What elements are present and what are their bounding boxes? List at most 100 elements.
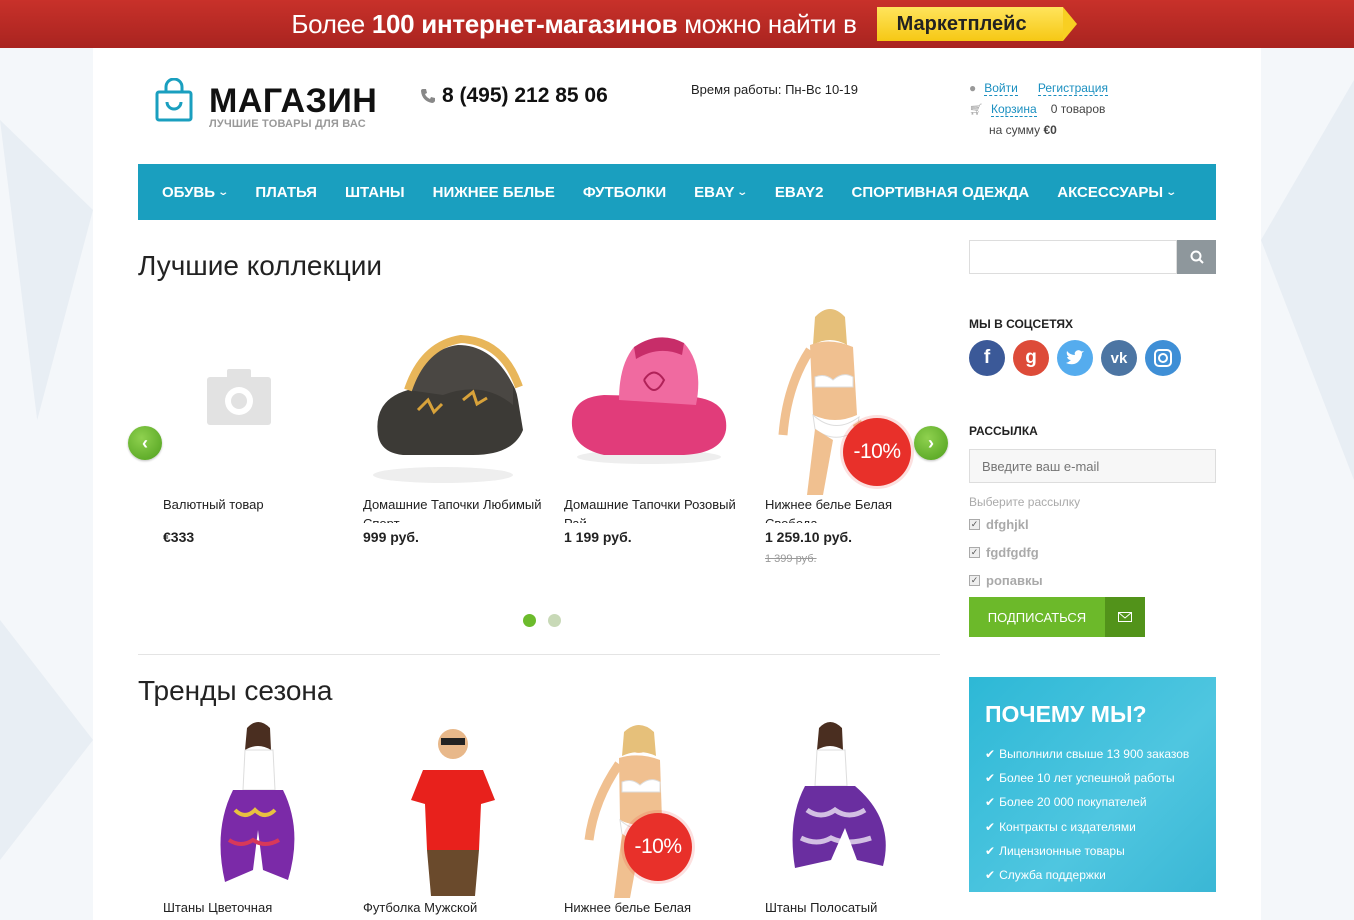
product-price: 1 259.10 руб.: [765, 529, 853, 545]
newsletter-option[interactable]: ✓ fgdfgdfg: [969, 545, 1039, 560]
check-icon: ✔: [985, 795, 996, 810]
collections-title: Лучшие коллекции: [138, 250, 383, 281]
section-divider: [138, 654, 940, 655]
envelope-icon: [1105, 597, 1145, 637]
search-form: [969, 240, 1216, 274]
camera-icon: [207, 369, 271, 425]
product-card[interactable]: -10% Нижнее белье Белая Свобода 1 259.10…: [765, 305, 945, 565]
search-input[interactable]: [969, 240, 1177, 274]
product-name[interactable]: Штаны Цветочная: [163, 898, 343, 920]
product-name[interactable]: Нижнее белье Белая Свобода: [765, 495, 945, 523]
product-price: 999 руб.: [363, 529, 419, 545]
product-name[interactable]: Футболка Мужской: [363, 898, 543, 920]
background-shape: [0, 620, 93, 860]
carousel-prev-button[interactable]: ‹: [128, 426, 162, 460]
nav-item-underwear[interactable]: НИЖНЕЕ БЕЛЬЕ: [433, 184, 555, 201]
product-image[interactable]: -10%: [765, 305, 945, 495]
check-icon: ✔: [985, 843, 996, 858]
register-link[interactable]: Регистрация: [1037, 81, 1108, 96]
product-price: 1 199 руб.: [564, 529, 632, 545]
product-name[interactable]: Домашние Тапочки Любимый Спорт: [363, 495, 543, 523]
check-icon: ✔: [985, 868, 996, 883]
account-block: ● Войти Регистрация 🛒︎ Корзина 0 товаров…: [969, 81, 1108, 137]
chevron-down-icon: ⌄: [217, 186, 230, 198]
why-us-item: ✔ Выполнили свыше 13 900 заказов: [985, 747, 1190, 762]
model-pants-image: [792, 722, 886, 868]
nav-item-ebay[interactable]: EBAY ⌄: [694, 184, 749, 201]
nav-item-tshirts[interactable]: ФУТБОЛКИ: [583, 184, 666, 201]
check-icon: ✔: [985, 747, 996, 762]
checkbox-checked[interactable]: ✓: [969, 519, 980, 530]
twitter-icon[interactable]: [1057, 340, 1093, 376]
cart-count: 0 товаров: [1050, 102, 1106, 116]
product-card[interactable]: Штаны Цветочная: [163, 720, 343, 920]
model-pants-image: [220, 722, 295, 882]
subscribe-label: ПОДПИСАТЬСЯ: [969, 597, 1105, 637]
search-button[interactable]: [1177, 240, 1216, 274]
product-image[interactable]: [363, 720, 543, 898]
product-image[interactable]: -10%: [564, 720, 744, 898]
nav-item-sportswear[interactable]: СПОРТИВНАЯ ОДЕЖДА: [852, 184, 1030, 201]
promo-banner[interactable]: Более 100 интернет-магазинов можно найти…: [0, 0, 1354, 48]
product-card[interactable]: Домашние Тапочки Любимый Спорт 999 руб.: [363, 305, 543, 545]
working-hours: Время работы: Пн-Вс 10-19: [691, 82, 858, 97]
product-name[interactable]: Нижнее белье Белая: [564, 898, 744, 920]
why-us-block: ПОЧЕМУ МЫ? ✔ Выполнили свыше 13 900 заказ…: [969, 677, 1216, 892]
check-icon: ✔: [985, 771, 996, 786]
choose-newsletter-label: Выберите рассылку: [969, 495, 1081, 509]
nav-item-ebay2[interactable]: EBAY2: [775, 184, 824, 201]
carousel-dot[interactable]: [523, 614, 536, 627]
product-card[interactable]: Валютный товар €333: [163, 305, 343, 545]
cart-icon: 🛒︎: [969, 103, 983, 116]
checkbox-checked[interactable]: ✓: [969, 547, 980, 558]
logo-title[interactable]: МАГАЗИН: [209, 82, 377, 121]
social-heading: МЫ В СОЦСЕТЯХ: [969, 317, 1074, 331]
sale-badge: -10%: [624, 813, 692, 881]
carousel-pagination: [523, 614, 561, 627]
promo-text: Более 100 интернет-магазинов можно найти…: [291, 8, 857, 39]
product-image[interactable]: [163, 720, 343, 898]
cart-link[interactable]: Корзина: [990, 102, 1037, 117]
model-tshirt-image: [411, 729, 495, 896]
vk-icon[interactable]: vk: [1101, 340, 1137, 376]
product-card[interactable]: Домашние Тапочки Розовый Рай 1 199 руб.: [564, 305, 744, 545]
email-field[interactable]: [969, 449, 1216, 483]
product-image[interactable]: [765, 720, 945, 898]
check-icon: ✔: [985, 819, 996, 834]
product-image-placeholder[interactable]: [163, 305, 343, 495]
cart-sum: на сумму €0: [989, 123, 1057, 137]
phone-number[interactable]: 8 (495) 212 85 06: [420, 84, 608, 108]
logo[interactable]: [155, 78, 193, 122]
google-plus-icon[interactable]: g: [1013, 340, 1049, 376]
facebook-icon[interactable]: f: [969, 340, 1005, 376]
why-us-item: ✔ Лицензионные товары: [985, 843, 1125, 858]
nav-item-shoes[interactable]: ОБУВЬ ⌄: [162, 184, 230, 201]
background-shape: [0, 120, 93, 420]
nav-item-accessories[interactable]: АКСЕССУАРЫ ⌄: [1057, 184, 1178, 201]
product-name[interactable]: Валютный товар: [163, 495, 343, 523]
marketplace-button[interactable]: Маркетплейс: [876, 7, 1077, 41]
nav-item-dresses[interactable]: ПЛАТЬЯ: [255, 184, 317, 201]
product-price: €333: [163, 529, 195, 545]
chevron-down-icon: ⌄: [1165, 186, 1178, 198]
instagram-icon[interactable]: [1145, 340, 1181, 376]
trends-title: Тренды сезона: [138, 675, 333, 706]
product-image[interactable]: [363, 305, 543, 495]
product-card[interactable]: Штаны Полосатый: [765, 720, 945, 920]
product-card[interactable]: Футболка Мужской: [363, 720, 543, 920]
login-link[interactable]: Войти: [984, 81, 1018, 96]
chevron-down-icon: ⌄: [736, 186, 749, 198]
product-card[interactable]: -10% Нижнее белье Белая: [564, 720, 744, 920]
product-name[interactable]: Штаны Полосатый: [765, 898, 945, 920]
nav-item-pants[interactable]: ШТАНЫ: [345, 184, 405, 201]
subscribe-button[interactable]: ПОДПИСАТЬСЯ: [969, 597, 1145, 637]
checkbox-checked[interactable]: ✓: [969, 575, 980, 586]
carousel-dot[interactable]: [548, 614, 561, 627]
phone-icon: [421, 89, 435, 103]
product-image[interactable]: [564, 305, 744, 495]
newsletter-option[interactable]: ✓ dfghjkl: [969, 517, 1029, 532]
product-name[interactable]: Домашние Тапочки Розовый Рай: [564, 495, 744, 523]
newsletter-option[interactable]: ✓ ропавкы: [969, 573, 1043, 588]
main-nav: ОБУВЬ ⌄ ПЛАТЬЯ ШТАНЫ НИЖНЕЕ БЕЛЬЕ ФУТБОЛК…: [138, 164, 1216, 220]
why-us-item: ✔ Более 10 лет успешной работы: [985, 771, 1175, 786]
